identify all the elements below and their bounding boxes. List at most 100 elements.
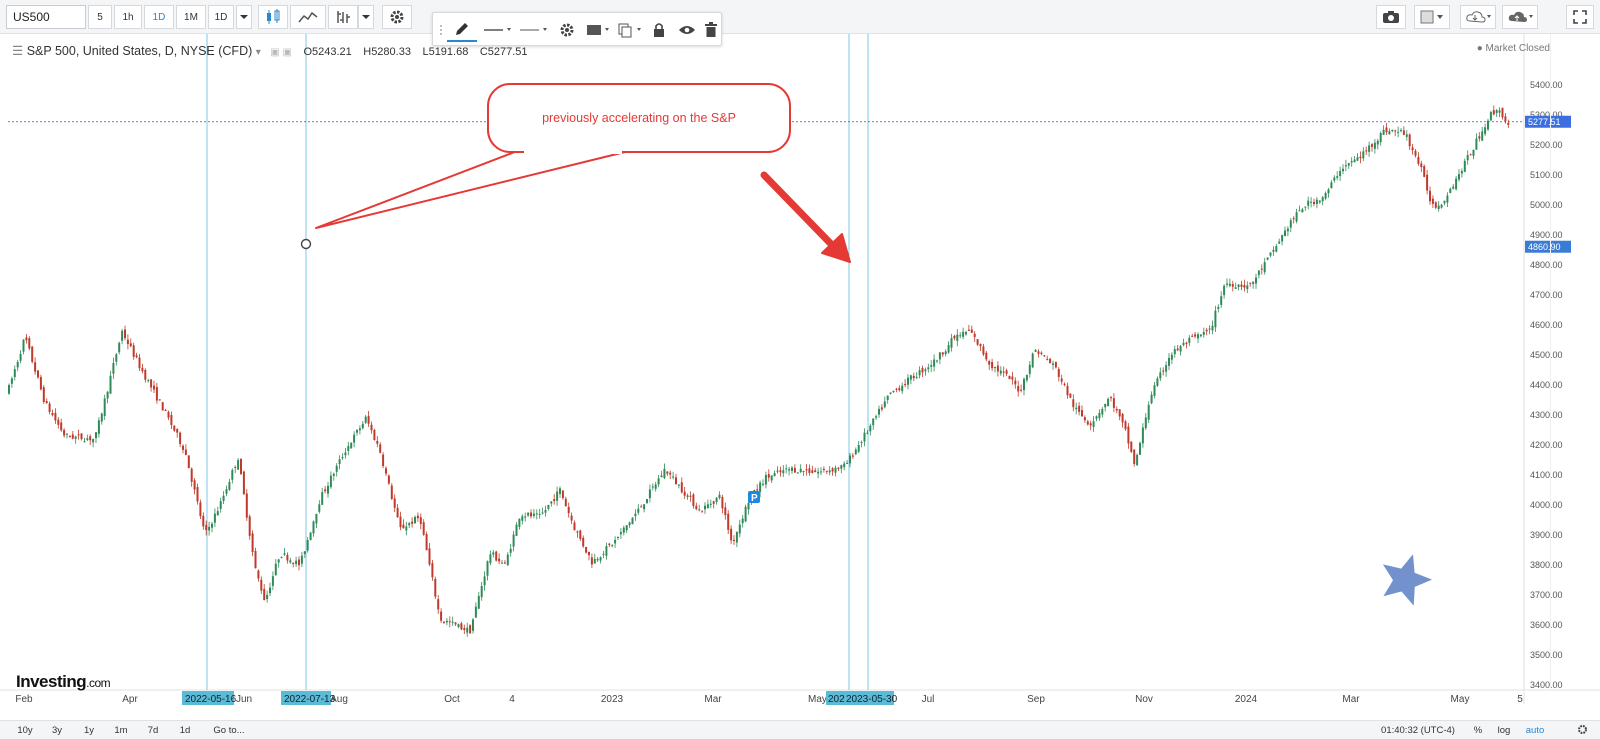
legend-settings-icon[interactable]: ▣ ▣ bbox=[270, 47, 292, 58]
candle-body bbox=[92, 438, 95, 443]
interval-custom[interactable]: 1D bbox=[208, 5, 234, 29]
candle-body bbox=[1484, 127, 1487, 134]
candle-body bbox=[959, 335, 962, 337]
candle-body bbox=[927, 367, 930, 370]
compare-dropdown[interactable] bbox=[358, 5, 374, 29]
candle-body bbox=[13, 369, 16, 378]
candle-body bbox=[779, 470, 782, 473]
market-status: ● Market Closed bbox=[1476, 43, 1550, 54]
candle-body bbox=[428, 548, 431, 565]
candle-body bbox=[193, 480, 196, 490]
candle-body bbox=[875, 416, 878, 418]
candle-body bbox=[300, 555, 303, 564]
log-scale-toggle[interactable]: log bbox=[1494, 724, 1514, 737]
interval-5[interactable]: 5 bbox=[88, 5, 112, 29]
candle-body bbox=[19, 353, 22, 361]
candle-body bbox=[315, 513, 318, 524]
candle-body bbox=[8, 385, 10, 394]
candle-body bbox=[1391, 129, 1394, 132]
load-layout-button[interactable] bbox=[1460, 5, 1496, 29]
candle-body bbox=[170, 415, 173, 425]
range-1y[interactable]: 1y bbox=[78, 724, 100, 737]
price-axis-label: 3800.00 bbox=[1530, 560, 1563, 570]
candle-body bbox=[443, 621, 445, 623]
candle-body bbox=[228, 481, 231, 490]
candle-body bbox=[1240, 284, 1243, 287]
candle-body bbox=[785, 468, 788, 470]
candle-body bbox=[718, 494, 721, 499]
time-axis-label: 2024 bbox=[1235, 694, 1258, 705]
price-chart[interactable]: 5400.005300.005200.005100.005000.004900.… bbox=[0, 34, 1600, 737]
range-10y[interactable]: 10y bbox=[12, 724, 38, 737]
candle-body bbox=[822, 468, 825, 470]
candle-body bbox=[1344, 165, 1347, 167]
drawing-anchor-handle[interactable] bbox=[300, 238, 312, 250]
symbol-input[interactable]: US500 bbox=[6, 5, 86, 29]
candles-button[interactable] bbox=[258, 5, 288, 29]
candle-body bbox=[1144, 417, 1147, 429]
candle-body bbox=[1394, 130, 1397, 132]
fullscreen-button[interactable] bbox=[1566, 5, 1594, 29]
interval-1m[interactable]: 1M bbox=[176, 5, 206, 29]
range-7d[interactable]: 7d bbox=[142, 724, 164, 737]
candle-body bbox=[1246, 285, 1249, 289]
range-1d[interactable]: 1d bbox=[174, 724, 196, 737]
visibility-button[interactable] bbox=[675, 18, 699, 42]
drawing-settings-button[interactable] bbox=[555, 18, 579, 42]
candle-body bbox=[941, 352, 944, 355]
candle-body bbox=[880, 407, 883, 410]
candle-body bbox=[770, 475, 773, 481]
candle-body bbox=[1089, 423, 1092, 426]
interval-dropdown[interactable] bbox=[236, 5, 252, 29]
candle-body bbox=[1330, 182, 1333, 189]
price-axis-label: 5000.00 bbox=[1530, 200, 1563, 210]
range-1m[interactable]: 1m bbox=[110, 724, 132, 737]
callout-join bbox=[524, 148, 622, 154]
candle-body bbox=[837, 467, 840, 469]
candle-body bbox=[1031, 353, 1034, 368]
indicators-button[interactable] bbox=[290, 5, 326, 29]
candle-body bbox=[936, 360, 938, 362]
goto-date-button[interactable]: Go to... bbox=[206, 724, 252, 737]
drag-handle-icon[interactable] bbox=[437, 18, 445, 42]
last-price-label: 5277.51 bbox=[1528, 117, 1561, 127]
compare-button[interactable] bbox=[328, 5, 358, 29]
price-axis-label: 5200.00 bbox=[1530, 140, 1563, 150]
candle-body bbox=[1498, 110, 1501, 113]
candle-body bbox=[872, 418, 875, 426]
pencil-button[interactable] bbox=[447, 18, 477, 42]
candle-body bbox=[1443, 200, 1446, 204]
pencil-icon bbox=[456, 23, 468, 35]
line-width-button[interactable] bbox=[517, 18, 551, 42]
interval-1d[interactable]: 1D bbox=[144, 5, 174, 29]
settings-button[interactable] bbox=[382, 5, 412, 29]
candle-body bbox=[245, 493, 248, 518]
line-style-button[interactable] bbox=[481, 18, 515, 42]
candle-body bbox=[605, 546, 608, 556]
menu-lines-icon[interactable]: ☰ bbox=[12, 44, 23, 58]
bottom-settings-button[interactable] bbox=[1574, 724, 1590, 737]
fill-button[interactable] bbox=[583, 18, 613, 42]
layout-button[interactable] bbox=[1414, 5, 1450, 29]
time-highlight-b1: 202 bbox=[828, 694, 845, 705]
time-axis-label: Feb bbox=[15, 694, 33, 705]
candle-body bbox=[570, 515, 573, 521]
candle-body bbox=[512, 534, 515, 547]
candle-body bbox=[434, 578, 437, 597]
interval-1h[interactable]: 1h bbox=[114, 5, 142, 29]
price-axis-label: 4600.00 bbox=[1530, 320, 1563, 330]
lock-button[interactable] bbox=[647, 18, 671, 42]
candle-body bbox=[1115, 408, 1118, 411]
save-layout-button[interactable] bbox=[1502, 5, 1538, 29]
candle-body bbox=[828, 470, 831, 473]
chevron-down-icon[interactable]: ▾ bbox=[256, 47, 261, 58]
percent-scale-toggle[interactable]: % bbox=[1470, 724, 1486, 737]
delete-button[interactable] bbox=[701, 18, 721, 42]
price-axis[interactable] bbox=[1524, 34, 1600, 704]
clone-button[interactable] bbox=[615, 18, 645, 42]
range-3y[interactable]: 3y bbox=[46, 724, 68, 737]
clone-icon bbox=[618, 23, 641, 38]
auto-scale-toggle[interactable]: auto bbox=[1522, 724, 1548, 737]
candle-body bbox=[367, 416, 370, 424]
screenshot-button[interactable] bbox=[1376, 5, 1406, 29]
